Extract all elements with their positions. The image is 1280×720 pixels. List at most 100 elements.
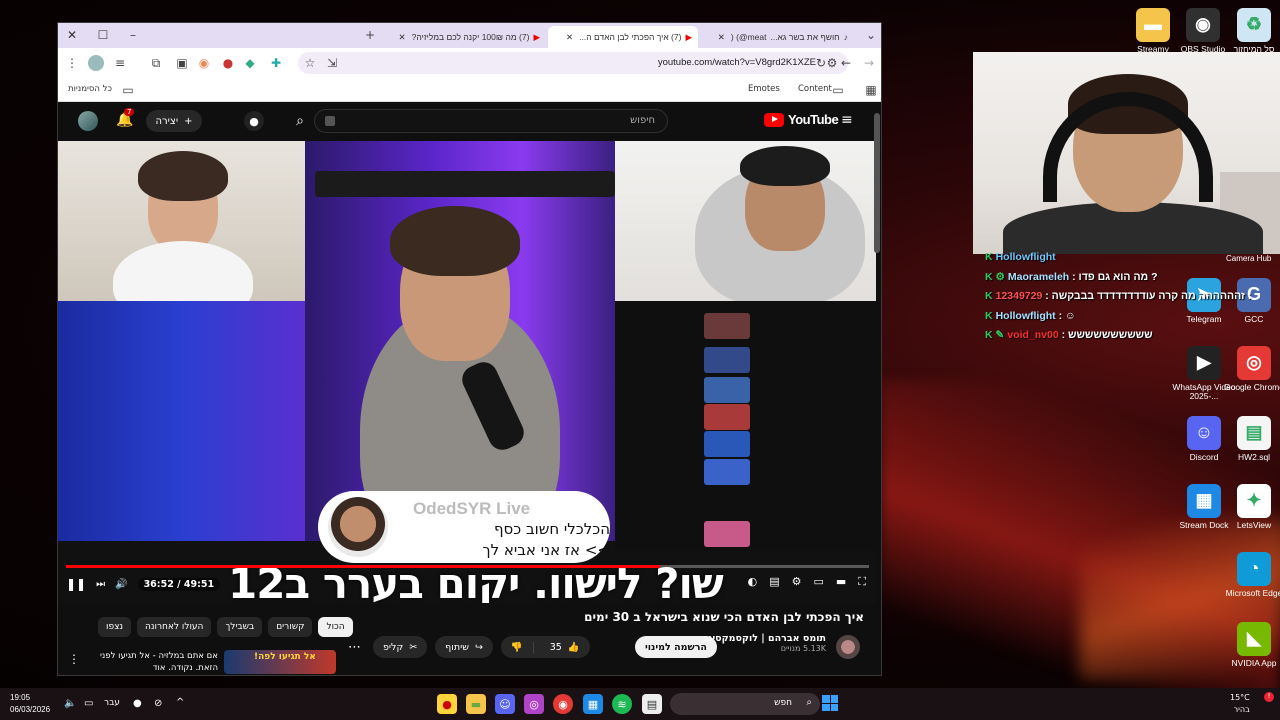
pinned-app-icon[interactable]: ● (437, 694, 457, 714)
windows-start-icon[interactable] (822, 695, 838, 711)
extension-icon[interactable]: ● (220, 55, 236, 71)
miniplayer-icon[interactable]: ▭ (813, 575, 823, 589)
volume-icon[interactable]: 🔈 (64, 698, 76, 709)
fullscreen-icon[interactable]: ⛶ (858, 575, 866, 589)
progress-bar[interactable] (66, 565, 869, 568)
forward-icon[interactable]: → (861, 55, 877, 71)
notepad-icon[interactable]: ▤ (642, 694, 662, 714)
settings-icon[interactable]: ⚙ (792, 575, 802, 589)
taskbar-search[interactable]: ⌕ חפש (670, 693, 820, 715)
next-video-info[interactable]: אם אתם במלזיה - אל תגיעו לפני הזאת. נקוד… (88, 650, 218, 674)
clip-label: קליפ (383, 641, 404, 653)
dislike-icon[interactable]: 👎 (501, 641, 534, 653)
tab-tiktok[interactable]: ♪ חושף את בשר גא... meat@) ( ✕ (704, 26, 854, 48)
apps-grid-icon[interactable]: ▦ (863, 82, 879, 98)
desktop-shortcut[interactable]: ◣ NVIDIA App (1221, 622, 1280, 668)
bookmark-content[interactable]: Content (798, 84, 832, 94)
keyboard-icon[interactable] (325, 116, 335, 126)
discord-icon: ☺ (1187, 416, 1221, 450)
extensions-icon[interactable]: ⧉ (148, 55, 164, 71)
language-indicator[interactable]: עבר (104, 698, 120, 708)
back-icon[interactable]: ← (838, 55, 854, 71)
chrome-icon[interactable]: ◉ (553, 694, 573, 714)
next-icon[interactable]: ⏭ (96, 579, 105, 590)
clip-button[interactable]: קליפ ✂ (373, 636, 428, 658)
player-right-controls: ◐ ▤ ⚙ ▭ ▬ ⛶ (748, 575, 866, 589)
alert-message: הכלכלי חשוב כסף >> אז אני אביא לך (460, 519, 610, 561)
tab-malaysia[interactable]: ▶ (7) מה 100₪ יקנה לכם במליזיה? ✕ (386, 26, 546, 48)
like-button[interactable]: 35 👍 (540, 642, 590, 653)
tray-chevron-up-icon[interactable]: ^ (176, 697, 184, 708)
autoplay-toggle-icon[interactable]: ◐ (748, 575, 758, 589)
spotify-icon[interactable]: ≋ (612, 694, 632, 714)
file-explorer-icon[interactable]: ▬ (466, 694, 486, 714)
tab-current-video[interactable]: ▶ (7) איך הפכתי לבן האדם ה... ✕ (548, 26, 698, 48)
create-button[interactable]: יצירה + (146, 110, 202, 132)
theater-icon[interactable]: ▬ (836, 575, 846, 589)
close-tab-icon[interactable]: ✕ (718, 32, 725, 43)
more-actions-icon[interactable]: ⋯ (348, 640, 361, 655)
battery-icon[interactable]: ▭ (84, 698, 93, 709)
discord-icon[interactable]: ☺ (495, 694, 515, 714)
extension-icon[interactable]: ▣ (174, 55, 190, 71)
tiktok-icon: ♪ (843, 32, 848, 42)
network-icon[interactable]: ⊘ (154, 698, 162, 709)
tab-search-chevron-icon[interactable]: ⌄ (863, 27, 879, 43)
channel-avatar[interactable] (836, 635, 860, 659)
clock[interactable]: 19:05 06/03/2026 (10, 692, 50, 716)
url-text[interactable]: youtube.com/watch?v=V8grd2K1XZE (658, 57, 816, 68)
captions-icon[interactable]: ▤ (769, 575, 779, 589)
desktop-shortcut[interactable]: ◔ Microsoft Edge (1221, 552, 1280, 598)
reading-list-icon[interactable]: ≡ (112, 55, 128, 71)
close-tab-icon[interactable]: ✕ (399, 32, 406, 43)
desktop-shortcut[interactable]: ▤ HW2.sql (1221, 416, 1280, 462)
bookmark-emotes[interactable]: Emotes (748, 84, 780, 94)
video-player[interactable]: OdedSYR Live הכלכלי חשוב כסף >> אז אני א… (58, 141, 876, 603)
page-scrollbar[interactable] (874, 113, 880, 253)
hamburger-menu-icon[interactable]: ≡ (841, 112, 853, 128)
instagram-icon[interactable]: ◎ (524, 694, 544, 714)
desktop-shortcut[interactable]: ♻ סל המיחזור (1221, 8, 1280, 54)
mic-icon[interactable]: ● (133, 698, 142, 709)
extension-icon[interactable]: ✚ (268, 55, 284, 71)
voice-search-icon[interactable]: ● (244, 111, 264, 131)
tab-title: meat@) ( (730, 32, 767, 42)
avatar[interactable] (78, 111, 98, 131)
desktop-shortcut[interactable]: ✦ LetsView (1221, 484, 1280, 530)
weather-widget[interactable]: 15°C בהיר (1230, 692, 1250, 716)
youtube-logo[interactable]: YouTube (764, 112, 839, 127)
close-window-icon[interactable]: ✕ (64, 27, 80, 43)
close-tab-icon[interactable]: ✕ (566, 32, 573, 43)
profile-icon[interactable] (88, 55, 104, 71)
chip-all[interactable]: הכול (318, 617, 353, 637)
pause-icon[interactable]: ❚❚ (66, 577, 86, 591)
chip-for-you[interactable]: בשבילך (217, 617, 263, 637)
desktop-shortcut[interactable]: ◎ Google Chrome (1221, 346, 1280, 392)
volume-icon[interactable]: 🔊 (115, 579, 127, 590)
search-input[interactable]: חיפוש (314, 109, 668, 133)
search-icon[interactable]: ⌕ (286, 109, 314, 133)
bookmark-star-icon[interactable]: ☆ (302, 55, 318, 71)
maximize-icon[interactable]: ☐ (95, 27, 111, 43)
create-label: יצירה (155, 115, 179, 127)
share-icon[interactable]: ⇲ (324, 55, 340, 71)
new-tab-icon[interactable]: + (362, 27, 378, 43)
extension-icon[interactable]: ◉ (196, 55, 212, 71)
extension-icon[interactable]: ◆ (242, 55, 258, 71)
menu-dots-icon[interactable]: ⋮ (64, 55, 80, 71)
more-options-icon[interactable]: ⋮ (68, 652, 80, 666)
chip-related[interactable]: קשורים (268, 617, 313, 637)
desktop-shortcut-label: Google Chrome (1223, 382, 1280, 392)
chip-recent[interactable]: העולו לאחרונה (137, 617, 212, 637)
reload-icon[interactable]: ↻ (813, 55, 829, 71)
url-field[interactable]: ☆ ⇲ youtube.com/watch?v=V8grd2K1XZE ⚙ (298, 52, 848, 74)
notification-dot-icon[interactable]: ! (1264, 692, 1274, 702)
chip-watched[interactable]: נצפו (98, 617, 132, 637)
minimize-icon[interactable]: – (125, 27, 141, 43)
channel-name[interactable]: תומס אברהם | לוקסמקסינג (704, 633, 826, 644)
list-item (698, 459, 868, 487)
share-button[interactable]: שיתוף ↪ (435, 636, 493, 658)
stream-dock-icon[interactable]: ▦ (583, 694, 603, 714)
all-bookmarks-link[interactable]: כל הסימניות (68, 84, 112, 94)
next-video-thumbnail[interactable]: אל תגיעו לפה! (224, 650, 336, 674)
